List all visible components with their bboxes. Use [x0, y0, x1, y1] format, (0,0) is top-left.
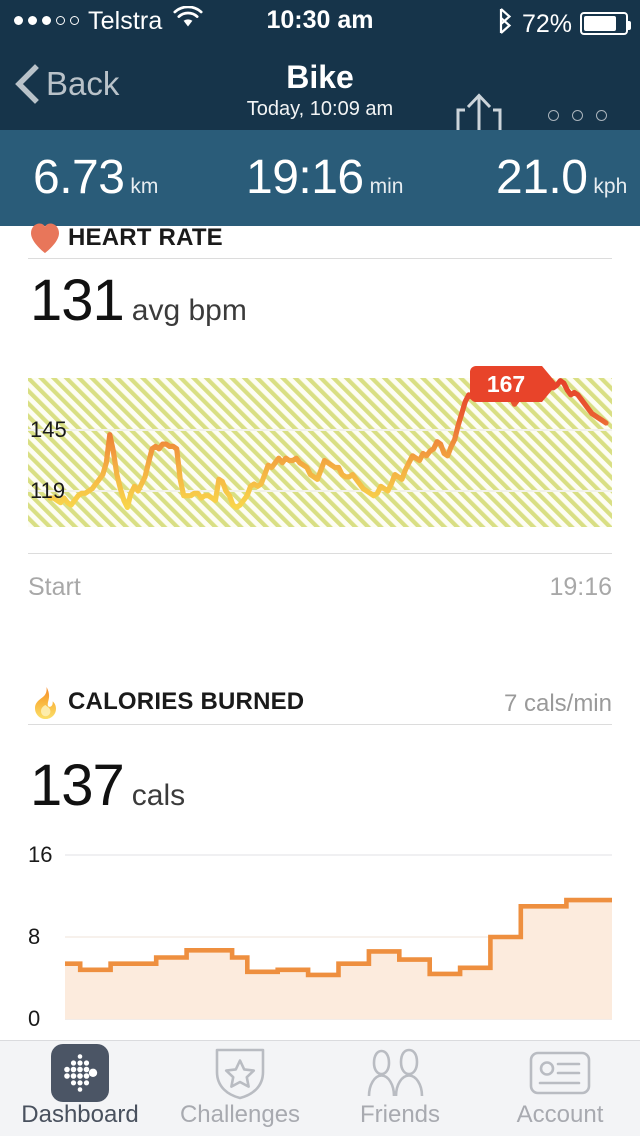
- stat-duration: 19:16 min: [246, 152, 403, 204]
- tab-label: Account: [516, 1101, 604, 1128]
- tab-label: Challenges: [179, 1101, 301, 1128]
- tab-label: Dashboard: [21, 1101, 139, 1128]
- more-dot-icon: [548, 110, 559, 121]
- hr-axis-end-label: 19:16: [549, 573, 612, 601]
- navigation-bar: Back Bike Today, 10:09 am: [0, 40, 640, 147]
- summary-stats-bar: 6.73 km 19:16 min 21.0 kph: [0, 130, 640, 226]
- y-axis-label-16: 16: [28, 842, 53, 867]
- more-options-button[interactable]: [548, 110, 607, 121]
- tab-label: Friends: [359, 1101, 441, 1128]
- shield-star-icon: [214, 1048, 266, 1100]
- page-title: Bike: [286, 59, 354, 95]
- tab-account[interactable]: Account: [480, 1041, 640, 1136]
- nav-title-group: Bike Today, 10:09 am: [0, 58, 640, 121]
- stat-value: 19:16: [246, 151, 364, 204]
- hr-axis-start-label: Start: [28, 573, 81, 601]
- heart-rate-label: avg bpm: [131, 294, 247, 327]
- y-axis-label-8: 8: [28, 924, 41, 949]
- status-bar-right: 72%: [496, 7, 631, 40]
- heart-rate-peak-tooltip[interactable]: 167: [470, 366, 558, 402]
- y-axis-label-119: 119: [30, 478, 66, 503]
- battery-icon: [580, 12, 631, 35]
- more-dot-icon: [572, 110, 583, 121]
- tab-challenges[interactable]: Challenges: [160, 1041, 320, 1136]
- stat-unit: km: [130, 175, 159, 198]
- section-title: HEART RATE: [68, 224, 223, 251]
- stat-unit: kph: [593, 175, 628, 198]
- divider: [28, 724, 612, 725]
- calories-section-header: CALORIES BURNED 7 cals/min: [0, 686, 640, 732]
- more-dot-icon: [596, 110, 607, 121]
- stat-unit: min: [369, 175, 404, 198]
- stat-value: 21.0: [496, 151, 588, 204]
- heart-rate-value-group: 131 avg bpm: [30, 270, 247, 332]
- stat-distance: 6.73 km: [33, 152, 158, 204]
- y-axis-label-0: 0: [28, 1006, 41, 1031]
- stat-value: 6.73: [33, 151, 125, 204]
- battery-percent-label: 72%: [521, 9, 572, 38]
- flame-icon: [30, 686, 60, 719]
- bluetooth-icon: [496, 7, 514, 40]
- stat-speed: 21.0 kph: [496, 152, 627, 204]
- divider: [28, 258, 612, 259]
- calories-chart[interactable]: 16 8 0: [0, 840, 640, 1040]
- calories-chart-svg: [65, 854, 612, 1020]
- calories-rate-label: 7 cals/min: [503, 690, 612, 717]
- page-subtitle: Today, 10:09 am: [246, 98, 394, 120]
- fitbit-dots-icon: [51, 1044, 109, 1102]
- y-axis-label-145: 145: [30, 417, 67, 442]
- tab-friends[interactable]: Friends: [320, 1041, 480, 1136]
- bottom-tab-bar: Dashboard Challenges Friends Account: [0, 1040, 640, 1136]
- tooltip-value: 167: [486, 370, 526, 397]
- calories-value-group: 137 cals: [30, 755, 185, 817]
- two-people-icon: [367, 1048, 433, 1097]
- id-card-icon: [529, 1049, 591, 1097]
- section-title: CALORIES BURNED: [68, 688, 305, 715]
- heart-icon: [30, 222, 60, 254]
- calories-value: 137: [30, 753, 125, 818]
- heart-rate-value: 131: [30, 268, 125, 333]
- tab-dashboard[interactable]: Dashboard: [0, 1041, 160, 1136]
- heart-rate-section-header: HEART RATE: [0, 222, 640, 268]
- calories-label: cals: [131, 779, 186, 812]
- status-bar: Telstra 10:30 am 72%: [0, 0, 640, 40]
- divider: [28, 553, 612, 554]
- app-screen: Telstra 10:30 am 72% Back Bike Today, 10…: [0, 0, 640, 1136]
